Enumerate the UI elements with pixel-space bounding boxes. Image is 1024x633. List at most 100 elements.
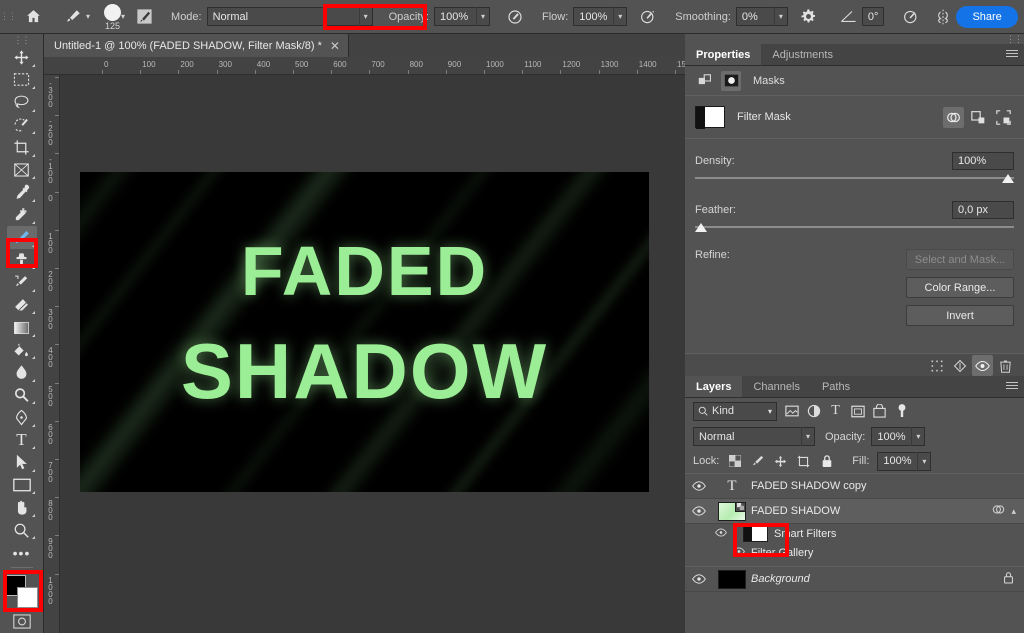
brush-settings-icon[interactable]: [131, 4, 157, 30]
gear-icon[interactable]: [796, 4, 822, 30]
lasso-tool[interactable]: [7, 91, 37, 114]
filter-gallery-row[interactable]: Filter Gallery: [685, 543, 1024, 562]
layer-filter-kind-select[interactable]: Kind ▾: [693, 402, 777, 421]
smart-filters-visibility-toggle[interactable]: [715, 528, 727, 540]
delete-mask-icon[interactable]: [995, 355, 1016, 376]
hand-tool[interactable]: [7, 496, 37, 519]
pixel-mask-icon[interactable]: [695, 71, 715, 91]
edit-toolbar-button[interactable]: •••: [7, 541, 37, 564]
options-bar-grip[interactable]: ⋮⋮: [0, 0, 16, 34]
panel-menu-icon[interactable]: [1006, 382, 1018, 389]
tab-paths[interactable]: Paths: [811, 376, 861, 397]
gradient-tool[interactable]: [7, 316, 37, 339]
select-and-mask-button[interactable]: Select and Mask...: [906, 249, 1014, 270]
pen-tool[interactable]: [7, 406, 37, 429]
artboard[interactable]: FADED SHADOW: [80, 172, 649, 492]
tools-panel-grip[interactable]: ⋮⋮: [14, 34, 30, 46]
brush-angle-input[interactable]: 0°: [862, 7, 885, 26]
filter-mask-thumbnail[interactable]: [743, 525, 768, 542]
feather-slider[interactable]: [695, 223, 1014, 235]
brush-tool-icon[interactable]: [60, 4, 86, 30]
pressure-opacity-icon[interactable]: [502, 4, 528, 30]
layer-thumbnail[interactable]: T: [713, 478, 751, 495]
filter-adjustment-icon[interactable]: [806, 403, 821, 420]
table-row[interactable]: T FADED SHADOW copy: [685, 474, 1024, 499]
layer-visibility-toggle[interactable]: [685, 506, 713, 516]
document-tab[interactable]: Untitled-1 @ 100% (FADED SHADOW, Filter …: [44, 34, 349, 57]
vector-mask-icon[interactable]: [721, 71, 741, 91]
brush-tool[interactable]: [7, 226, 37, 249]
filter-visibility-toggle[interactable]: [733, 547, 745, 559]
invert-button[interactable]: Invert: [906, 305, 1014, 326]
canvas-viewport[interactable]: FADED SHADOW: [60, 75, 685, 633]
filter-type-icon[interactable]: T: [828, 403, 843, 420]
eraser-tool[interactable]: [7, 294, 37, 317]
share-button[interactable]: Share: [956, 6, 1017, 28]
smoothing-select[interactable]: 0% ▾: [736, 7, 788, 26]
quick-mask-icon[interactable]: [7, 610, 37, 633]
layer-blend-mode-select[interactable]: Normal ▾: [693, 427, 815, 446]
lock-image-pixels-icon[interactable]: [750, 453, 765, 470]
type-tool[interactable]: T: [7, 429, 37, 452]
filter-smart-object-icon[interactable]: [872, 403, 887, 420]
blend-mode-select[interactable]: Normal ▾: [207, 7, 373, 26]
table-row[interactable]: Background: [685, 567, 1024, 592]
frame-tool[interactable]: [7, 159, 37, 182]
table-row[interactable]: FADED SHADOW ▴: [685, 499, 1024, 524]
paint-bucket-tool[interactable]: [7, 339, 37, 362]
lock-all-icon[interactable]: [819, 453, 834, 470]
symmetry-icon[interactable]: [930, 4, 956, 30]
filter-mask-thumbnail[interactable]: [695, 106, 725, 128]
flow-select[interactable]: 100% ▾: [573, 7, 627, 26]
apply-mask-icon[interactable]: [968, 107, 989, 128]
pressure-size-icon[interactable]: [898, 4, 924, 30]
smart-filters-row[interactable]: ▸ Smart Filters: [685, 524, 1024, 543]
color-range-button[interactable]: Color Range...: [906, 277, 1014, 298]
close-icon[interactable]: ✕: [330, 41, 340, 51]
tab-properties[interactable]: Properties: [685, 44, 761, 65]
lock-transparent-pixels-icon[interactable]: [727, 453, 742, 470]
zoom-tool[interactable]: [7, 519, 37, 542]
layer-thumbnail[interactable]: [713, 502, 751, 521]
background-color-swatch[interactable]: [17, 587, 38, 608]
blur-tool[interactable]: [7, 361, 37, 384]
airbrush-icon[interactable]: [635, 4, 661, 30]
layer-visibility-toggle[interactable]: [685, 481, 713, 491]
rectangle-tool[interactable]: [7, 474, 37, 497]
panel-menu-icon[interactable]: [1006, 50, 1018, 57]
load-selection-icon[interactable]: [926, 355, 947, 376]
chevron-up-icon[interactable]: ▴: [1011, 506, 1016, 517]
mask-options-icon[interactable]: [993, 107, 1014, 128]
apply-mask-icon[interactable]: [949, 355, 970, 376]
move-tool[interactable]: [7, 46, 37, 69]
tab-adjustments[interactable]: Adjustments: [761, 44, 844, 65]
chevron-right-icon[interactable]: ▸: [733, 529, 737, 538]
lock-position-icon[interactable]: [773, 453, 788, 470]
brush-size-preview[interactable]: 125: [104, 3, 121, 31]
smart-filter-icon[interactable]: [992, 503, 1005, 519]
feather-value[interactable]: 0,0 px: [952, 201, 1014, 219]
load-selection-from-mask-icon[interactable]: [943, 107, 964, 128]
object-selection-tool[interactable]: [7, 114, 37, 137]
crop-tool[interactable]: [7, 136, 37, 159]
history-brush-tool[interactable]: [7, 271, 37, 294]
layer-fill-select[interactable]: 100% ▾: [877, 452, 931, 471]
tab-channels[interactable]: Channels: [742, 376, 810, 397]
density-value[interactable]: 100%: [952, 152, 1014, 170]
density-slider[interactable]: [695, 174, 1014, 186]
layer-opacity-select[interactable]: 100% ▾: [871, 427, 925, 446]
opacity-select[interactable]: 100% ▾: [434, 7, 490, 26]
toggle-mask-visibility-icon[interactable]: [972, 355, 993, 376]
density-slider-handle[interactable]: [1002, 174, 1014, 183]
filter-pixel-icon[interactable]: [784, 403, 799, 420]
eyedropper-tool[interactable]: [7, 181, 37, 204]
lock-artboard-nesting-icon[interactable]: [796, 453, 811, 470]
tab-layers[interactable]: Layers: [685, 376, 742, 397]
filter-toggle-icon[interactable]: [894, 403, 909, 420]
rectangular-marquee-tool[interactable]: [7, 69, 37, 92]
dodge-tool[interactable]: [7, 384, 37, 407]
layer-thumbnail[interactable]: [713, 570, 751, 589]
path-selection-tool[interactable]: [7, 451, 37, 474]
layer-visibility-toggle[interactable]: [685, 574, 713, 584]
brush-preset-caret-icon[interactable]: ▾: [86, 7, 90, 26]
